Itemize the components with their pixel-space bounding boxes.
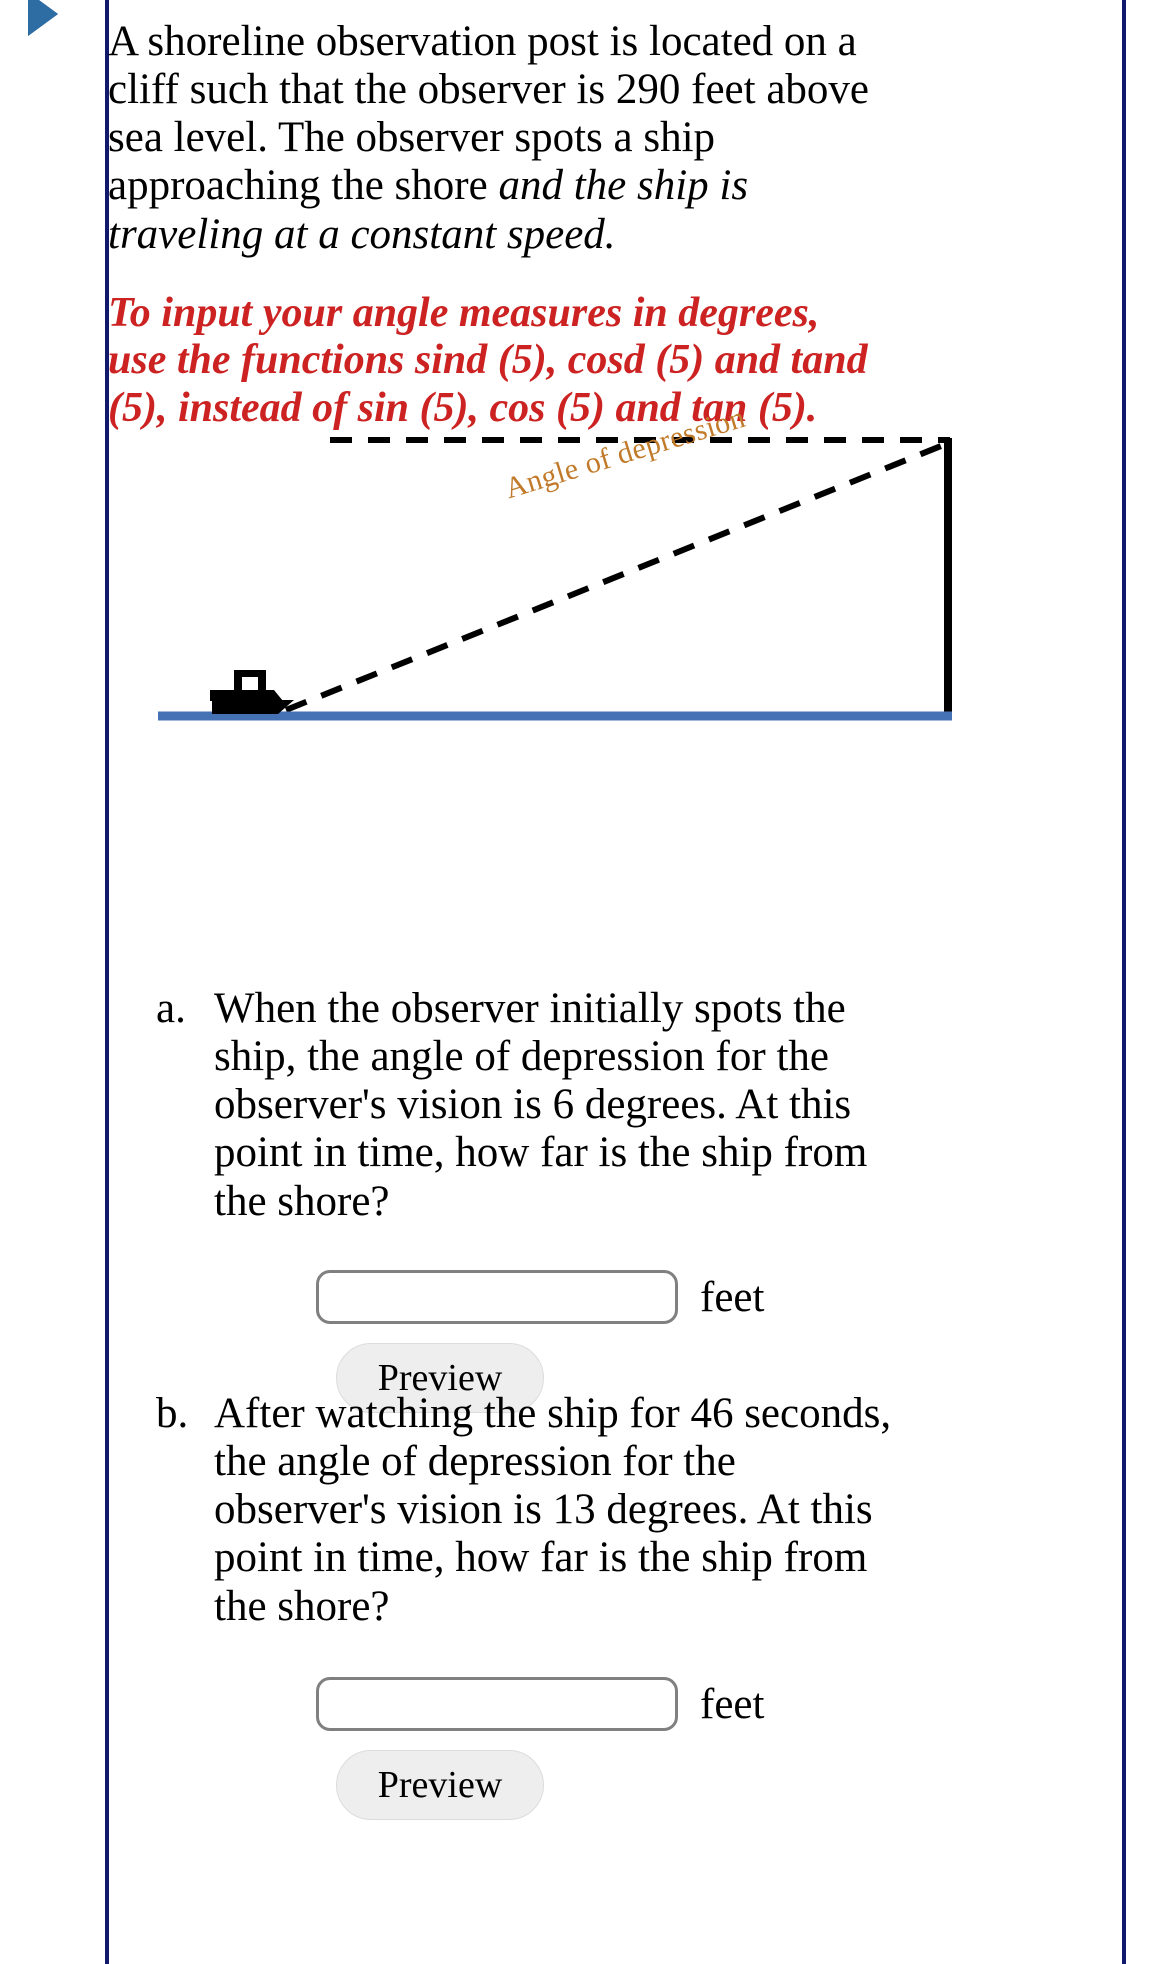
right-border-rule: [1122, 0, 1126, 1964]
question-part-b: b. After watching the ship for 46 second…: [156, 1390, 1116, 1631]
part-b-text: After watching the ship for 46 seconds, …: [214, 1390, 892, 1630]
answer-row-b: feet: [316, 1677, 764, 1731]
preview-button-b[interactable]: Preview: [336, 1750, 544, 1820]
problem-statement: A shoreline observation post is located …: [108, 18, 898, 259]
answer-row-a: feet: [316, 1270, 764, 1324]
question-part-a: a. When the observer initially spots the…: [156, 985, 1116, 1226]
part-a-text: When the observer initially spots the sh…: [214, 985, 868, 1225]
answer-input-a[interactable]: [316, 1270, 678, 1324]
triangle-right-icon[interactable]: [28, 0, 58, 36]
part-b-marker: b.: [156, 1390, 189, 1437]
ship-silhouette-icon: [210, 670, 294, 714]
line-of-sight-dashed-line: [284, 441, 948, 713]
problem-page: A shoreline observation post is located …: [0, 0, 1170, 1964]
cliff-ship-diagram: Angle of depression: [138, 401, 1088, 748]
unit-label-b: feet: [700, 1680, 765, 1728]
scrollbar-track[interactable]: [1144, 0, 1166, 1964]
part-a-marker: a.: [156, 985, 186, 1032]
unit-label-a: feet: [700, 1273, 765, 1321]
statement-plain-text: A shoreline observation post is located …: [108, 18, 870, 210]
answer-input-b[interactable]: [316, 1677, 678, 1731]
degree-mode-note: To input your angle measures in degrees,…: [108, 290, 868, 431]
